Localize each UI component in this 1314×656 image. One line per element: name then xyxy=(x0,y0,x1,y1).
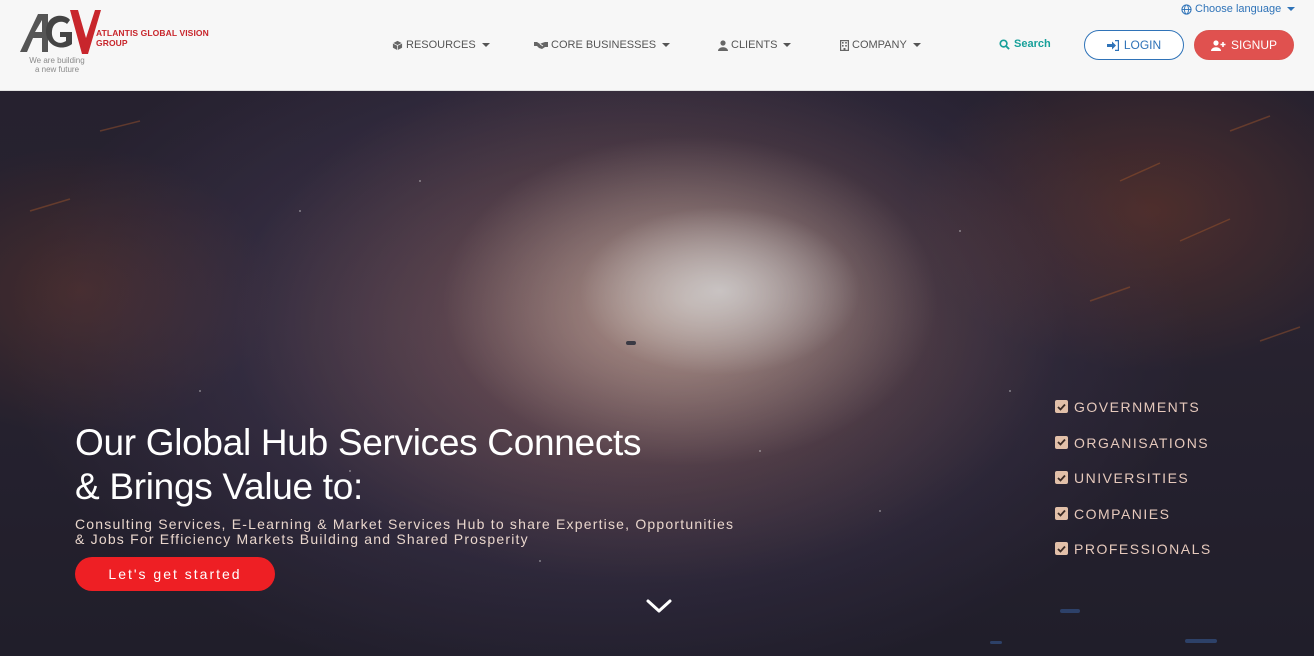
nav-clients[interactable]: CLIENTS xyxy=(718,38,792,52)
agv-logo[interactable]: ATLANTIS GLOBAL VISION GROUP We are buil… xyxy=(18,8,228,78)
site-header: ATLANTIS GLOBAL VISION GROUP We are buil… xyxy=(0,0,1314,91)
search-label: Search xyxy=(1014,38,1051,50)
hero-section: Our Global Hub Services Connects & Bring… xyxy=(0,91,1314,656)
hero-center-mark xyxy=(626,341,636,345)
hero-subtitle: Consulting Services, E-Learning & Market… xyxy=(75,517,795,547)
chevron-down-icon xyxy=(783,43,792,47)
hero-subtitle-line1: Consulting Services, E-Learning & Market… xyxy=(75,516,735,532)
language-label: Choose language xyxy=(1195,3,1282,15)
agv-monogram-logo xyxy=(20,10,101,54)
checkbox-checked-icon xyxy=(1055,506,1068,520)
checkbox-checked-icon xyxy=(1055,400,1068,413)
audience-item-universities: UNIVERSITIES xyxy=(1055,470,1275,506)
checkbox-checked-icon xyxy=(1055,542,1068,555)
nav-clients-label: CLIENTS xyxy=(731,39,778,51)
audience-item-organisations: ORGANISATIONS xyxy=(1055,435,1275,471)
sign-in-icon xyxy=(1106,39,1119,51)
user-icon xyxy=(718,39,728,51)
logo-company-name: ATLANTIS GLOBAL VISION GROUP xyxy=(96,28,209,48)
logo-tagline-line1: We are building xyxy=(29,56,85,65)
search-link[interactable]: Search xyxy=(999,38,1051,50)
chevron-down-icon xyxy=(481,43,490,47)
chevron-down-icon[interactable] xyxy=(645,597,673,615)
signup-label: SIGNUP xyxy=(1230,38,1277,52)
chevron-down-icon xyxy=(1287,7,1296,11)
checkbox-checked-icon xyxy=(1055,471,1068,484)
search-icon xyxy=(999,38,1010,50)
hero-title-line1: Our Global Hub Services Connects xyxy=(75,422,642,463)
nav-company-label: COMPANY xyxy=(852,39,907,51)
audience-item-companies: COMPANIES xyxy=(1055,506,1275,542)
audience-label: UNIVERSITIES xyxy=(1074,470,1190,486)
audience-item-professionals: PROFESSIONALS xyxy=(1055,541,1275,577)
audience-label: ORGANISATIONS xyxy=(1074,434,1210,451)
hero-title: Our Global Hub Services Connects & Bring… xyxy=(75,421,695,509)
nav-core-businesses[interactable]: CORE BUSINESSES xyxy=(534,38,671,52)
login-button[interactable]: LOGIN xyxy=(1084,30,1184,60)
user-plus-icon xyxy=(1210,39,1226,51)
audience-label: GOVERNMENTS xyxy=(1074,399,1201,415)
audience-item-governments: GOVERNMENTS xyxy=(1055,399,1275,435)
login-label: LOGIN xyxy=(1123,38,1162,52)
get-started-button[interactable]: Let's get started xyxy=(75,557,275,591)
hero-subtitle-line2: & Jobs For Efficiency Markets Building a… xyxy=(75,531,529,547)
globe-icon xyxy=(1181,3,1192,15)
cube-icon xyxy=(392,40,403,50)
chevron-down-icon xyxy=(662,43,671,47)
audience-label: PROFESSIONALS xyxy=(1074,541,1212,557)
chevron-down-icon xyxy=(912,43,921,47)
nav-resources-label: RESOURCES xyxy=(406,39,476,51)
checkbox-checked-icon xyxy=(1055,435,1068,449)
signup-button[interactable]: SIGNUP xyxy=(1194,30,1294,60)
nav-company[interactable]: COMPANY xyxy=(840,38,921,52)
nav-resources[interactable]: RESOURCES xyxy=(392,38,490,52)
building-icon xyxy=(840,39,849,51)
logo-tagline-line2: a new future xyxy=(34,65,80,74)
audience-list: GOVERNMENTS ORGANISATIONS UNIVERSITIES C… xyxy=(1055,399,1275,577)
logo-tagline: We are building a new future xyxy=(22,56,92,74)
nav-core-businesses-label: CORE BUSINESSES xyxy=(551,39,657,51)
handshake-icon xyxy=(534,42,548,49)
language-selector[interactable]: Choose language xyxy=(1181,3,1296,15)
hero-title-line2: & Brings Value to: xyxy=(75,466,364,507)
audience-label: COMPANIES xyxy=(1074,505,1171,522)
